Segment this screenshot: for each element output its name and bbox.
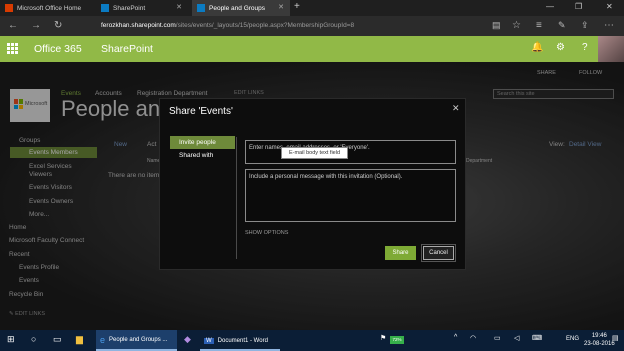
- edge-icon: e: [100, 334, 106, 345]
- office-icon: [5, 4, 13, 12]
- volume-icon[interactable]: ◁: [514, 334, 519, 342]
- new-tab-icon[interactable]: +: [294, 1, 300, 12]
- more-icon[interactable]: ⋯: [604, 20, 614, 31]
- tab-label: Microsoft Office Home: [17, 4, 82, 12]
- hub-icon[interactable]: ≡: [536, 20, 542, 31]
- start-windows-icon[interactable]: ⊞: [7, 334, 15, 345]
- wifi-icon[interactable]: ◠: [470, 334, 476, 342]
- forward-icon[interactable]: →: [31, 20, 41, 31]
- close-icon[interactable]: ✕: [452, 103, 460, 114]
- web-note-icon[interactable]: ✎: [558, 20, 566, 31]
- app-launcher-icon[interactable]: [7, 43, 18, 54]
- cancel-button[interactable]: Cancel: [421, 244, 456, 262]
- suite-app-name[interactable]: SharePoint: [101, 43, 153, 55]
- minimize-icon[interactable]: —: [546, 2, 554, 11]
- clock[interactable]: 19:46 23-08-2016: [584, 332, 615, 348]
- word-icon: W: [204, 337, 214, 344]
- tab-invite-people[interactable]: Invite people: [170, 136, 235, 149]
- battery-badge[interactable]: 72%: [390, 336, 404, 344]
- share-button[interactable]: Share: [385, 246, 416, 260]
- action-center-icon[interactable]: ▤: [612, 334, 619, 342]
- tab-label: People and Groups: [209, 4, 266, 12]
- file-explorer-icon[interactable]: ▆: [76, 334, 83, 345]
- sharepoint-icon: [197, 4, 205, 12]
- close-tab-icon[interactable]: ✕: [278, 3, 284, 11]
- tray-people-icon[interactable]: ⚑: [380, 334, 386, 342]
- reading-view-icon[interactable]: ▤: [492, 20, 501, 31]
- tab-office-home[interactable]: Microsoft Office Home: [0, 0, 92, 16]
- favorite-star-icon[interactable]: ☆: [512, 20, 521, 31]
- names-input[interactable]: Enter names, email addresses, or 'Everyo…: [245, 140, 456, 164]
- clock-date: 23-08-2016: [584, 341, 615, 347]
- close-window-icon[interactable]: ✕: [606, 2, 613, 11]
- field-tooltip: E-mail body text field: [281, 147, 348, 159]
- dialog-divider: [236, 137, 237, 259]
- tab-label: SharePoint: [113, 4, 146, 12]
- notifications-bell-icon[interactable]: 🔔: [531, 42, 543, 53]
- share-dialog: Share 'Events' ✕ Invite people Shared wi…: [159, 98, 466, 270]
- tab-people-and-groups[interactable]: People and Groups ✕: [192, 0, 290, 16]
- dialog-title: Share 'Events': [169, 106, 233, 117]
- maximize-icon[interactable]: ❐: [575, 2, 582, 11]
- message-textarea[interactable]: Include a personal message with this inv…: [245, 169, 456, 222]
- url-host: ferozkhan.sharepoint.com: [101, 22, 176, 29]
- task-view-icon[interactable]: ▭: [53, 334, 62, 345]
- language-indicator[interactable]: ENG: [566, 336, 579, 342]
- tab-sharepoint[interactable]: SharePoint ✕: [96, 0, 188, 16]
- close-tab-icon[interactable]: ✕: [176, 3, 182, 11]
- taskbar: ⊞ ○ ▭ ▆ e People and Groups ... ◆ W Docu…: [0, 330, 624, 351]
- battery-icon[interactable]: ▭: [494, 334, 501, 342]
- browser-tab-strip: Microsoft Office Home SharePoint ✕ Peopl…: [0, 0, 624, 16]
- tab-shared-with[interactable]: Shared with: [170, 149, 235, 162]
- suite-brand[interactable]: Office 365: [34, 43, 82, 55]
- taskbar-item-label: People and Groups ...: [109, 336, 168, 343]
- url-field[interactable]: ferozkhan.sharepoint.com/sites/events/_l…: [101, 22, 354, 29]
- cortana-icon[interactable]: ○: [31, 334, 36, 344]
- back-icon[interactable]: ←: [8, 20, 18, 31]
- sharepoint-icon: [101, 4, 109, 12]
- keyboard-icon[interactable]: ⌨: [532, 334, 542, 342]
- url-path: /sites/events/_layouts/15/people.aspx?Me…: [175, 22, 355, 29]
- suite-bar: Office 365 SharePoint 🔔 ⚙ ?: [0, 36, 624, 62]
- clock-time: 19:46: [591, 333, 607, 339]
- address-bar: ← → ↻ ferozkhan.sharepoint.com/sites/eve…: [0, 16, 624, 36]
- taskbar-word-item[interactable]: W Document1 - Word: [200, 330, 280, 351]
- help-icon[interactable]: ?: [582, 42, 588, 53]
- refresh-icon[interactable]: ↻: [54, 20, 62, 31]
- share-icon[interactable]: ⇪: [581, 20, 589, 31]
- tray-chevron-icon[interactable]: ^: [454, 334, 457, 341]
- taskbar-edge-item[interactable]: e People and Groups ...: [96, 330, 177, 351]
- avatar[interactable]: [598, 36, 624, 62]
- taskbar-item-label: Document1 - Word: [217, 337, 268, 344]
- visual-studio-icon[interactable]: ◆: [184, 334, 191, 345]
- show-options-link[interactable]: SHOW OPTIONS: [245, 230, 288, 236]
- settings-gear-icon[interactable]: ⚙: [556, 42, 565, 53]
